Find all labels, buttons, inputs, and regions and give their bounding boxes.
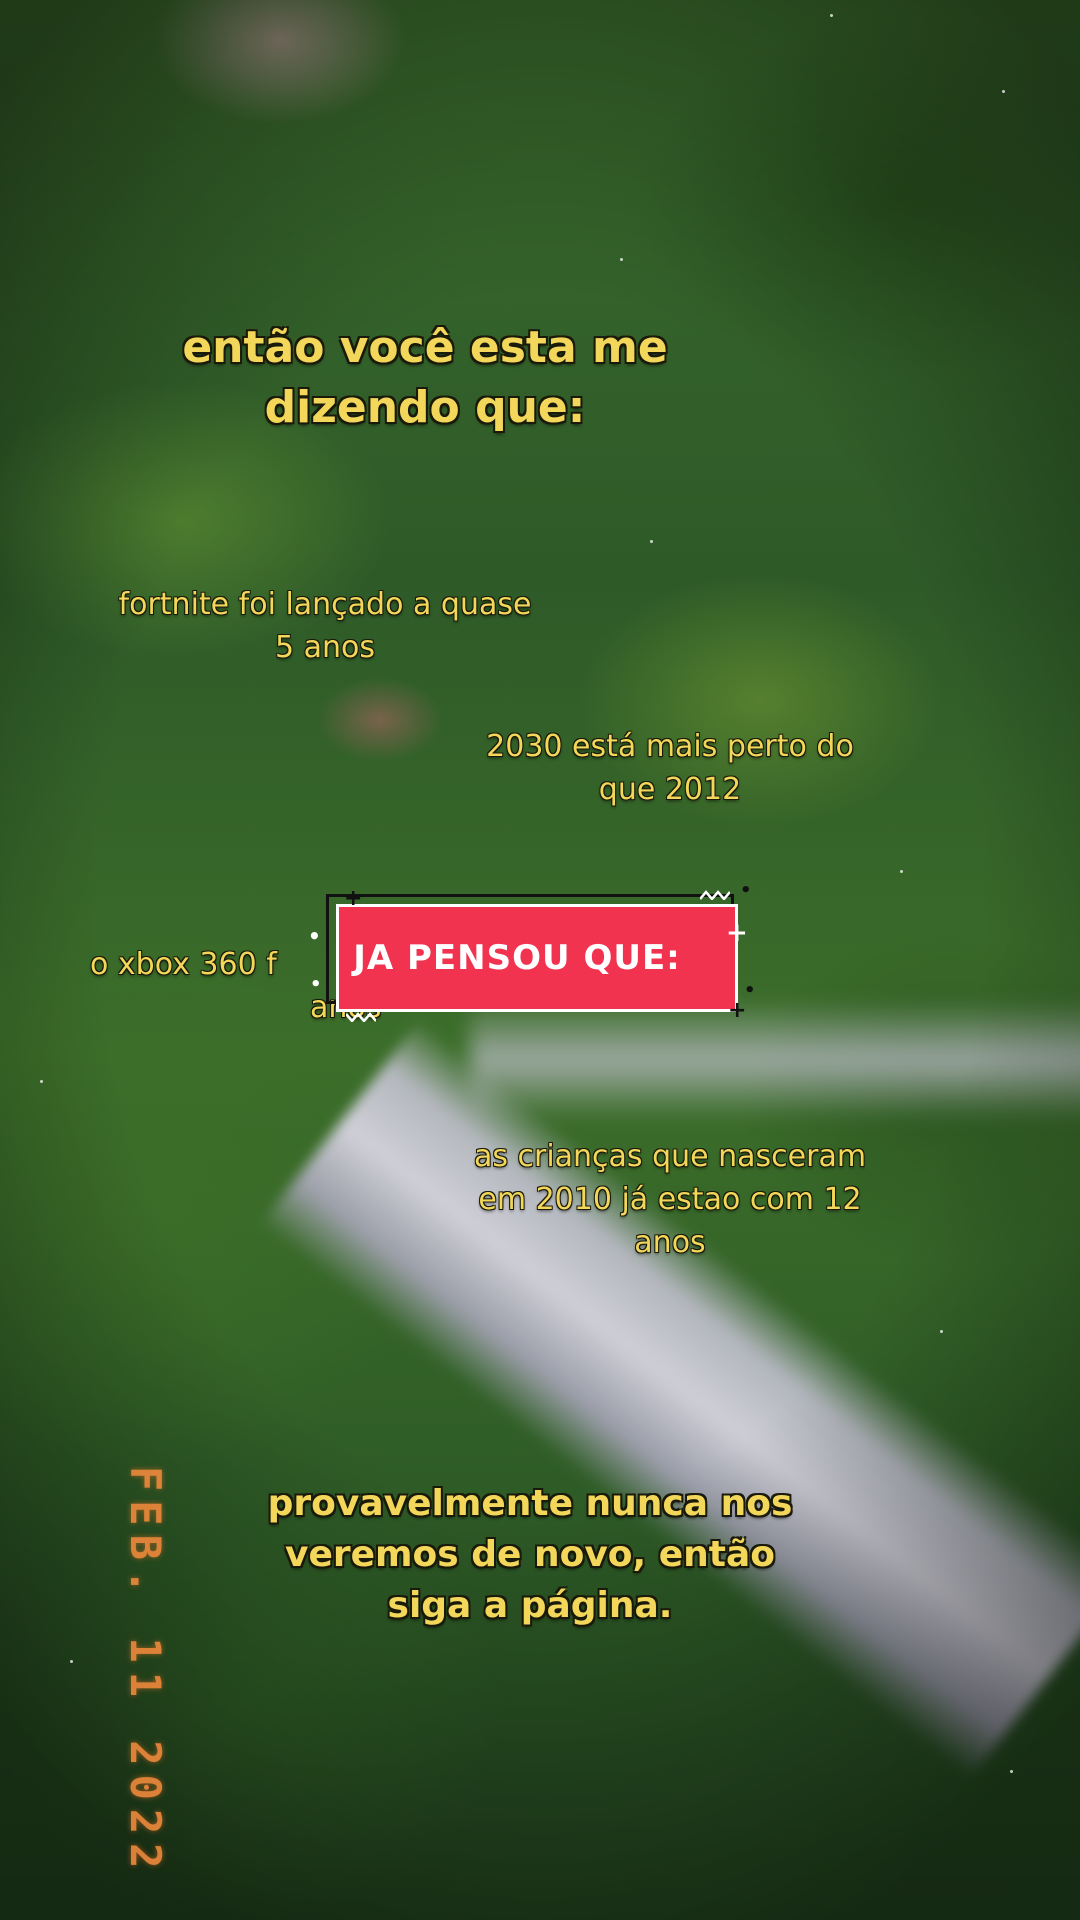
banner-sticker: JA PENSOU QUE: + + + • • • • — [308, 882, 756, 1022]
caption-fortnite: fortnite foi lançado a quase 5 anos — [60, 584, 590, 670]
caption-ending: provavelmente nunca nos veremos de novo,… — [210, 1478, 850, 1631]
caption-line: 2030 está mais perto do — [486, 729, 854, 764]
film-dust — [1002, 90, 1005, 93]
caption-line: fortnite foi lançado a quase — [118, 587, 532, 622]
banner: JA PENSOU QUE: — [336, 904, 738, 1012]
caption-line: dizendo que: — [264, 381, 586, 433]
banner-text: JA PENSOU QUE: — [353, 938, 681, 978]
film-dust — [940, 1330, 943, 1333]
film-dust — [830, 14, 833, 17]
film-dust — [40, 1080, 43, 1083]
sparkle-icon: + — [726, 918, 748, 948]
caption-line: anos — [634, 1224, 706, 1260]
date-stamp: FEB. 11 2022 — [121, 1466, 170, 1878]
sparkle-icon: • — [308, 924, 321, 948]
film-dust — [620, 258, 623, 261]
film-dust — [650, 540, 653, 543]
caption-2030: 2030 está mais perto do que 2012 — [410, 726, 930, 812]
film-dust — [70, 1660, 73, 1663]
sparkle-icon: + — [728, 998, 747, 1023]
sparkle-icon: • — [740, 880, 752, 901]
caption-line: provavelmente nunca nos — [267, 1483, 793, 1524]
sparkle-icon: • — [310, 974, 322, 995]
sparkle-icon: + — [344, 886, 363, 911]
caption-line: que 2012 — [598, 771, 742, 807]
caption-line: 5 anos — [274, 629, 375, 665]
caption-title: então você esta me dizendo que: — [90, 318, 760, 438]
caption-line: as crianças que nasceram — [473, 1139, 867, 1174]
video-frame: então você esta me dizendo que: fortnite… — [0, 0, 1080, 1920]
caption-line: em 2010 já estao com 12 — [478, 1181, 862, 1217]
zigzag-icon — [346, 1012, 376, 1022]
caption-line: veremos de novo, então — [284, 1534, 776, 1576]
film-dust — [1010, 1770, 1013, 1773]
caption-line: siga a página. — [387, 1585, 673, 1627]
zigzag-icon — [700, 890, 730, 900]
caption-line: então você esta me — [182, 322, 668, 373]
film-dust — [900, 870, 903, 873]
caption-children: as crianças que nasceram em 2010 já esta… — [400, 1136, 940, 1265]
sparkle-icon: • — [744, 980, 756, 1001]
